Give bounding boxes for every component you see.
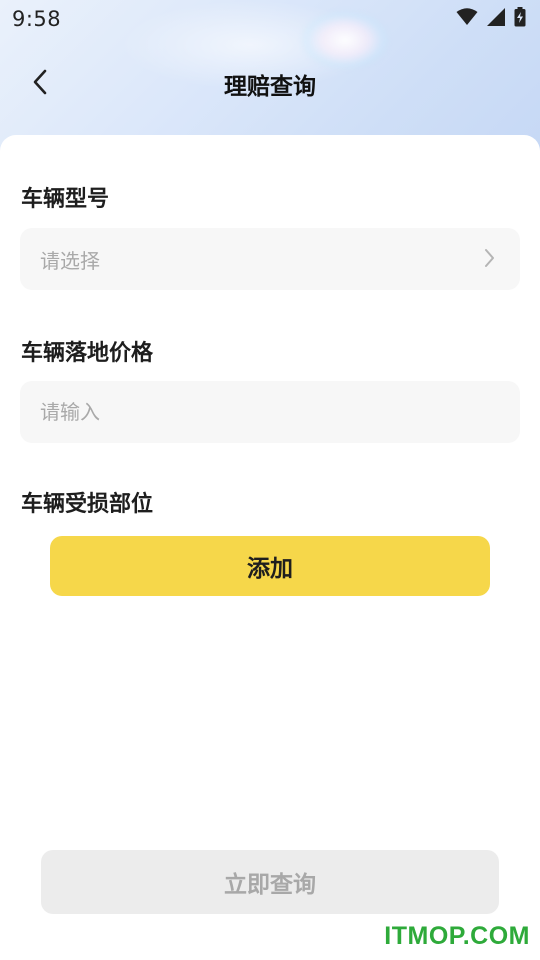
vehicle-price-field-box — [20, 381, 520, 443]
back-button[interactable] — [22, 66, 58, 102]
damaged-parts-label: 车辆受损部位 — [21, 492, 154, 517]
page-title: 理赔查询 — [224, 74, 316, 100]
chevron-left-icon — [32, 69, 48, 99]
chevron-right-icon — [484, 248, 496, 272]
vehicle-model-select[interactable]: 请选择 — [20, 228, 520, 290]
battery-charging-icon — [514, 7, 526, 31]
watermark-logo: ITMOP.COM — [384, 922, 530, 950]
add-damaged-part-button[interactable]: 添加 — [50, 536, 490, 596]
status-icons — [456, 7, 526, 31]
vehicle-model-label: 车辆型号 — [21, 187, 110, 212]
vehicle-model-placeholder: 请选择 — [40, 248, 100, 273]
status-bar: 9:58 — [0, 0, 540, 38]
vehicle-price-label: 车辆落地价格 — [21, 341, 154, 366]
wifi-icon — [456, 8, 478, 30]
signal-icon — [486, 7, 506, 31]
vehicle-price-input[interactable] — [40, 400, 500, 424]
submit-query-button[interactable]: 立即查询 — [41, 850, 499, 914]
nav-bar: 理赔查询 — [0, 56, 540, 112]
status-time: 9:58 — [12, 7, 62, 31]
